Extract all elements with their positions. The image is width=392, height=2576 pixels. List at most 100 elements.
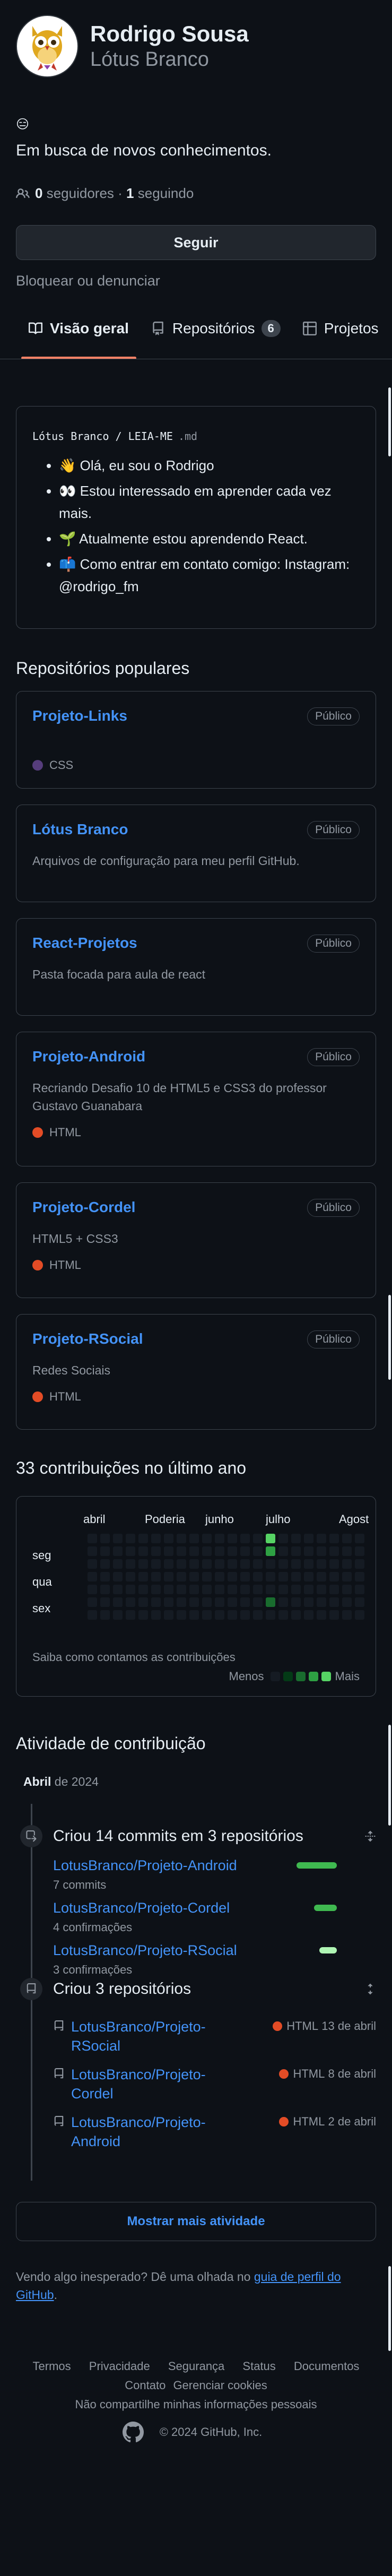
- contribution-day-cell[interactable]: [202, 1572, 212, 1581]
- scrollbar-thumb[interactable]: [388, 1295, 391, 1380]
- contribution-day-cell[interactable]: [189, 1546, 199, 1556]
- contribution-day-cell[interactable]: [215, 1559, 224, 1569]
- contribution-day-cell[interactable]: [228, 1572, 237, 1581]
- footer-link-contact[interactable]: Contato: [125, 2379, 165, 2392]
- contribution-day-cell[interactable]: [164, 1534, 173, 1543]
- contribution-day-cell[interactable]: [177, 1610, 186, 1620]
- contribution-day-cell[interactable]: [240, 1585, 250, 1594]
- contribution-day-cell[interactable]: [113, 1546, 123, 1556]
- contribution-day-cell[interactable]: [278, 1534, 288, 1543]
- contribution-day-cell[interactable]: [240, 1572, 250, 1581]
- contribution-day-cell[interactable]: [138, 1585, 148, 1594]
- contribution-day-cell[interactable]: [355, 1572, 364, 1581]
- footer-link-cookies[interactable]: Gerenciar cookies: [173, 2379, 267, 2392]
- expand-icon[interactable]: [364, 1830, 376, 1842]
- tab-repositories[interactable]: Repositórios 6: [144, 313, 288, 359]
- contribution-day-cell[interactable]: [215, 1585, 224, 1594]
- contribution-day-cell[interactable]: [202, 1546, 212, 1556]
- contribution-day-cell[interactable]: [304, 1546, 313, 1556]
- contribution-day-cell[interactable]: [164, 1585, 173, 1594]
- contribution-day-cell[interactable]: [355, 1559, 364, 1569]
- contribution-day-cell[interactable]: [291, 1534, 301, 1543]
- contribution-day-cell[interactable]: [228, 1534, 237, 1543]
- contribution-day-cell[interactable]: [88, 1546, 97, 1556]
- contribution-day-cell[interactable]: [177, 1585, 186, 1594]
- contribution-day-cell[interactable]: [304, 1597, 313, 1607]
- tab-projects[interactable]: Projetos: [295, 313, 386, 359]
- contribution-day-cell[interactable]: [355, 1546, 364, 1556]
- contribution-day-cell[interactable]: [100, 1585, 110, 1594]
- contribution-day-cell[interactable]: [151, 1572, 161, 1581]
- contribution-day-cell[interactable]: [138, 1597, 148, 1607]
- contribution-day-cell[interactable]: [266, 1546, 275, 1556]
- contribution-day-cell[interactable]: [342, 1610, 352, 1620]
- contribution-day-cell[interactable]: [342, 1585, 352, 1594]
- contribution-day-cell[interactable]: [100, 1546, 110, 1556]
- contribution-day-cell[interactable]: [253, 1610, 263, 1620]
- contribution-day-cell[interactable]: [126, 1559, 135, 1569]
- contribution-day-cell[interactable]: [138, 1610, 148, 1620]
- expand-icon[interactable]: [364, 1983, 376, 1995]
- created-repo-link[interactable]: LotusBranco/Projeto-Cordel: [71, 2065, 225, 2103]
- contribution-day-cell[interactable]: [317, 1610, 326, 1620]
- learn-contributions-link[interactable]: Saiba como contamos as contribuições: [32, 1650, 236, 1664]
- contribution-day-cell[interactable]: [253, 1597, 263, 1607]
- contribution-day-cell[interactable]: [100, 1597, 110, 1607]
- contribution-day-cell[interactable]: [240, 1559, 250, 1569]
- contribution-day-cell[interactable]: [113, 1534, 123, 1543]
- contribution-day-cell[interactable]: [355, 1610, 364, 1620]
- tab-overview[interactable]: Visão geral: [21, 313, 136, 359]
- github-logo-icon[interactable]: [122, 2422, 144, 2443]
- contribution-day-cell[interactable]: [266, 1597, 275, 1607]
- contribution-day-cell[interactable]: [240, 1610, 250, 1620]
- scrollbar-thumb[interactable]: [388, 387, 391, 456]
- contribution-day-cell[interactable]: [138, 1546, 148, 1556]
- contribution-day-cell[interactable]: [100, 1610, 110, 1620]
- show-more-activity-button[interactable]: Mostrar mais atividade: [16, 2202, 376, 2241]
- contribution-day-cell[interactable]: [151, 1546, 161, 1556]
- contribution-day-cell[interactable]: [177, 1559, 186, 1569]
- contribution-day-cell[interactable]: [253, 1572, 263, 1581]
- contribution-day-cell[interactable]: [253, 1585, 263, 1594]
- footer-link-terms[interactable]: Termos: [33, 2359, 71, 2373]
- contribution-day-cell[interactable]: [88, 1597, 97, 1607]
- contribution-day-cell[interactable]: [329, 1546, 339, 1556]
- contribution-day-cell[interactable]: [253, 1534, 263, 1543]
- contribution-day-cell[interactable]: [278, 1572, 288, 1581]
- contribution-day-cell[interactable]: [100, 1572, 110, 1581]
- contribution-day-cell[interactable]: [88, 1572, 97, 1581]
- contribution-day-cell[interactable]: [266, 1585, 275, 1594]
- contribution-day-cell[interactable]: [151, 1585, 161, 1594]
- contribution-day-cell[interactable]: [278, 1585, 288, 1594]
- contribution-day-cell[interactable]: [126, 1546, 135, 1556]
- contribution-day-cell[interactable]: [253, 1546, 263, 1556]
- scrollbar-thumb[interactable]: [388, 1725, 391, 1826]
- contribution-day-cell[interactable]: [138, 1559, 148, 1569]
- contribution-day-cell[interactable]: [113, 1559, 123, 1569]
- contribution-day-cell[interactable]: [329, 1559, 339, 1569]
- contribution-day-cell[interactable]: [215, 1610, 224, 1620]
- contribution-day-cell[interactable]: [215, 1546, 224, 1556]
- contribution-day-cell[interactable]: [317, 1546, 326, 1556]
- contribution-day-cell[interactable]: [113, 1585, 123, 1594]
- contribution-day-cell[interactable]: [291, 1585, 301, 1594]
- contribution-day-cell[interactable]: [291, 1546, 301, 1556]
- contribution-day-cell[interactable]: [355, 1597, 364, 1607]
- contribution-day-cell[interactable]: [151, 1597, 161, 1607]
- contribution-day-cell[interactable]: [151, 1610, 161, 1620]
- following-link[interactable]: 1 seguindo: [126, 185, 194, 202]
- contribution-day-cell[interactable]: [202, 1585, 212, 1594]
- contribution-day-cell[interactable]: [228, 1585, 237, 1594]
- contribution-day-cell[interactable]: [304, 1585, 313, 1594]
- footer-link-security[interactable]: Segurança: [168, 2359, 224, 2373]
- contribution-day-cell[interactable]: [329, 1534, 339, 1543]
- contribution-day-cell[interactable]: [189, 1572, 199, 1581]
- contribution-day-cell[interactable]: [126, 1597, 135, 1607]
- contribution-day-cell[interactable]: [317, 1534, 326, 1543]
- contribution-day-cell[interactable]: [228, 1610, 237, 1620]
- contribution-day-cell[interactable]: [113, 1610, 123, 1620]
- contribution-day-cell[interactable]: [291, 1597, 301, 1607]
- contribution-day-cell[interactable]: [151, 1559, 161, 1569]
- contribution-day-cell[interactable]: [304, 1572, 313, 1581]
- contribution-day-cell[interactable]: [189, 1585, 199, 1594]
